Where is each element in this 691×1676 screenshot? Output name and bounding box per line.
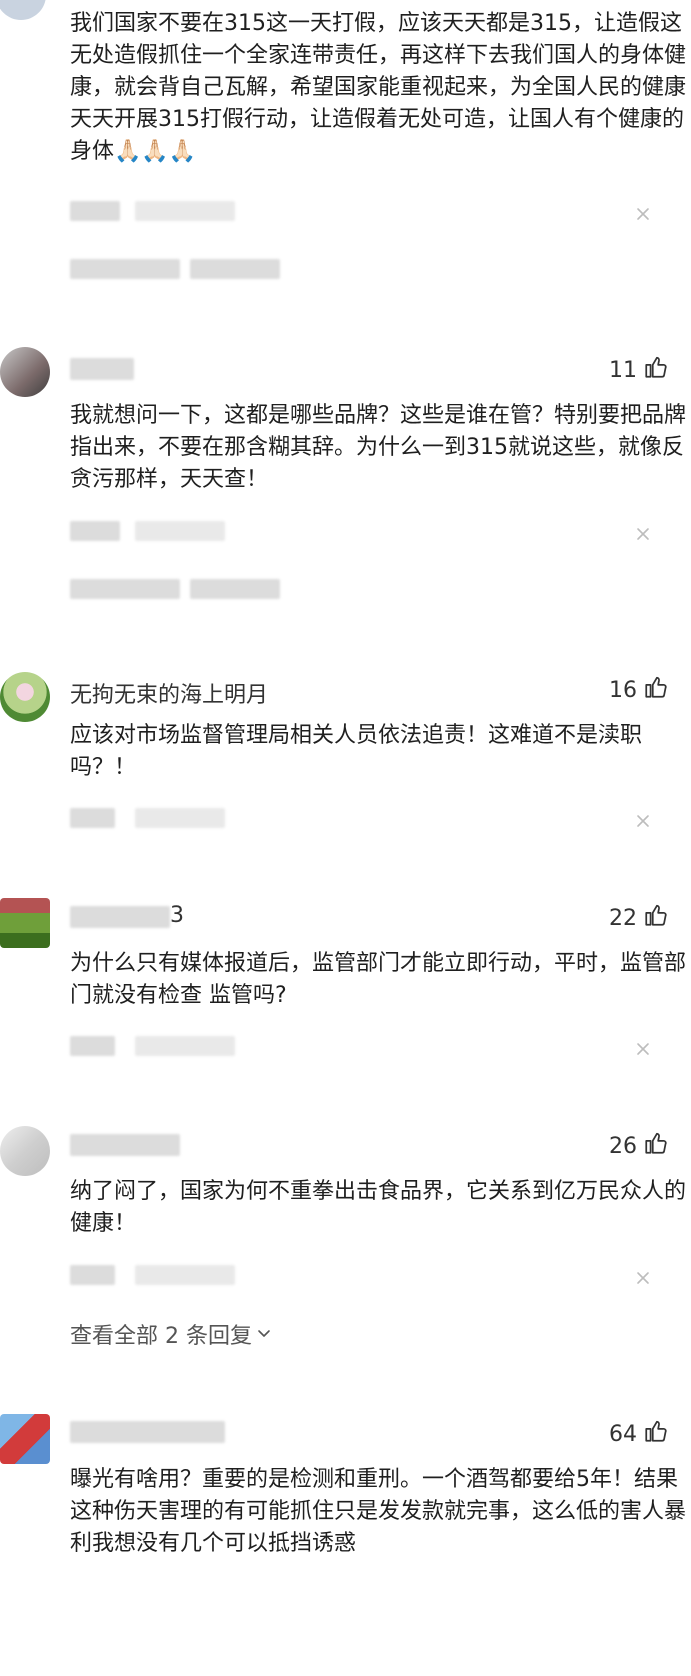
comment-text: 纳了闷了，国家为何不重拳出击食品界，它关系到亿万民众人的健康！	[70, 1179, 687, 1236]
like-count: 11	[609, 357, 637, 383]
thumbs-up-icon	[643, 354, 669, 386]
username[interactable]: 无拘无束的海上明月	[70, 677, 268, 709]
like-count: 26	[609, 1133, 637, 1159]
reply-preview-2	[190, 579, 280, 599]
like-button[interactable]: 11	[609, 354, 669, 386]
comment-text: 为什么只有媒体报道后，监管部门才能立即行动，平时，监管部门就没有检查 监管吗?	[70, 951, 687, 1008]
close-icon[interactable]	[635, 1270, 651, 1286]
like-count: 64	[609, 1421, 637, 1447]
chevron-down-icon	[256, 1322, 272, 1347]
close-icon[interactable]	[635, 1041, 651, 1057]
reply-preview-2	[190, 259, 280, 279]
username[interactable]	[70, 358, 134, 380]
username[interactable]	[70, 1421, 225, 1443]
comment-text: 我就想问一下，这都是哪些品牌？这些是谁在管？特别要把品牌指出来，不要在那含糊其辞…	[70, 403, 687, 492]
username[interactable]	[70, 1134, 180, 1156]
comment-text: 曝光有啥用？重要的是检测和重刑。一个酒驾都要给5年！结果这种伤天害理的有可能抓住…	[70, 1467, 687, 1556]
username-suffix[interactable]: 3	[170, 903, 184, 928]
comment-time	[135, 808, 225, 828]
avatar[interactable]	[0, 672, 50, 722]
comment-time	[135, 201, 235, 221]
username[interactable]	[70, 906, 170, 928]
comment-time	[135, 1265, 235, 1285]
like-button[interactable]: 26	[609, 1130, 669, 1162]
reply-preview	[70, 579, 180, 599]
close-icon[interactable]	[635, 813, 651, 829]
avatar[interactable]	[0, 347, 50, 397]
like-count: 22	[609, 905, 637, 931]
view-replies-link[interactable]: 查看全部 2 条回复	[70, 1318, 272, 1350]
comment-meta	[70, 1036, 115, 1056]
close-icon[interactable]	[635, 526, 651, 542]
avatar[interactable]	[0, 0, 46, 20]
avatar[interactable]	[0, 898, 50, 948]
thumbs-up-icon	[643, 1130, 669, 1162]
comment-time	[135, 1036, 235, 1056]
comment-time	[135, 521, 225, 541]
like-button[interactable]: 22	[609, 902, 669, 934]
thumbs-up-icon	[643, 902, 669, 934]
comment-meta	[70, 1265, 115, 1285]
like-button[interactable]: 64	[609, 1418, 669, 1450]
reply-preview	[70, 259, 180, 279]
comment-meta	[70, 808, 115, 828]
like-button[interactable]: 16	[609, 674, 669, 706]
avatar[interactable]	[0, 1126, 50, 1176]
avatar[interactable]	[0, 1414, 50, 1464]
close-icon[interactable]	[635, 206, 651, 222]
comment-meta	[70, 521, 120, 541]
comment-text: 我们国家不要在315这一天打假，应该天天都是315，让造假这无处造假抓住一个全家…	[70, 11, 687, 164]
view-replies-label: 查看全部 2 条回复	[70, 1324, 252, 1349]
comment-text: 应该对市场监督管理局相关人员依法追责！这难道不是渎职吗？！	[70, 723, 643, 780]
comment-meta	[70, 201, 120, 221]
thumbs-up-icon	[643, 674, 669, 706]
like-count: 16	[609, 677, 637, 703]
thumbs-up-icon	[643, 1418, 669, 1450]
